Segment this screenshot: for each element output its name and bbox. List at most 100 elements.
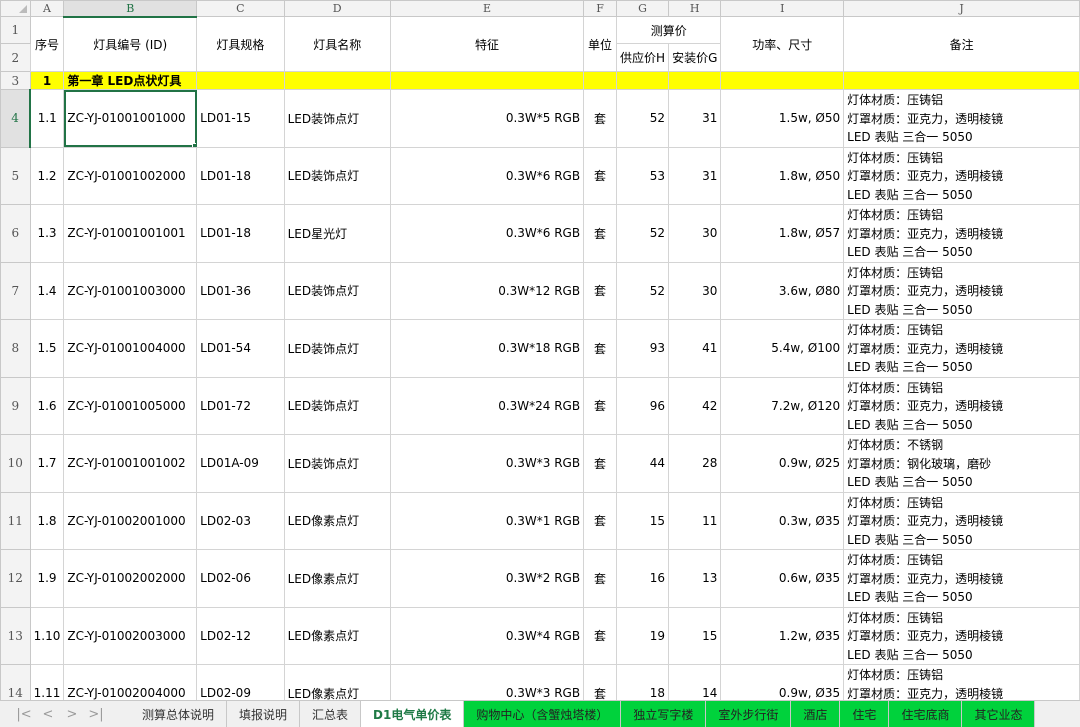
header-install-price[interactable]: 安装价G — [668, 43, 722, 72]
code-cell[interactable]: ZC-YJ-01002003000 — [63, 606, 198, 665]
row-number[interactable]: 8 — [0, 319, 31, 378]
header-unit[interactable]: 单位 — [583, 16, 618, 72]
spec-cell[interactable]: LD01-36 — [196, 261, 285, 320]
unit-cell[interactable]: 套 — [583, 664, 618, 700]
code-cell[interactable]: ZC-YJ-01001001001 — [63, 204, 198, 263]
name-cell[interactable]: LED装饰点灯 — [283, 376, 391, 435]
chapter-fill-cell[interactable] — [583, 71, 618, 90]
unit-cell[interactable]: 套 — [583, 261, 618, 320]
name-cell[interactable]: LED装饰点灯 — [283, 146, 391, 205]
column-header-h[interactable]: H — [668, 0, 722, 17]
spec-cell[interactable]: LD02-12 — [196, 606, 285, 665]
feature-cell[interactable]: 0.3W*1 RGB — [389, 491, 585, 550]
supply-price-cell[interactable]: 53 — [616, 146, 670, 205]
sheet-tab[interactable]: 其它业态 — [962, 701, 1036, 727]
seq-cell[interactable]: 1.11 — [29, 664, 65, 700]
feature-cell[interactable]: 0.3W*3 RGB — [389, 434, 585, 493]
supply-price-cell[interactable]: 52 — [616, 89, 670, 148]
power-size-cell[interactable]: 5.4w, Ø100 — [720, 319, 845, 378]
header-name[interactable]: 灯具名称 — [283, 16, 391, 72]
code-cell[interactable]: ZC-YJ-01002001000 — [63, 491, 198, 550]
header-supply-price[interactable]: 供应价H — [616, 43, 670, 72]
install-price-cell[interactable]: 42 — [668, 376, 722, 435]
feature-cell[interactable]: 0.3W*4 RGB — [389, 606, 585, 665]
header-price-group[interactable]: 测算价 — [616, 16, 722, 44]
chapter-seq-cell[interactable]: 1 — [29, 71, 65, 90]
install-price-cell[interactable]: 13 — [668, 549, 722, 608]
unit-cell[interactable]: 套 — [583, 204, 618, 263]
code-cell[interactable]: ZC-YJ-01001004000 — [63, 319, 198, 378]
sheet-tab[interactable]: 住宅 — [840, 701, 890, 727]
seq-cell[interactable]: 1.2 — [29, 146, 65, 205]
row-number[interactable]: 7 — [0, 261, 31, 320]
feature-cell[interactable]: 0.3W*2 RGB — [389, 549, 585, 608]
remark-cell[interactable]: 灯体材质：压铸铝灯罩材质：亚克力，透明棱镜LED 表贴 三合一 5050 — [843, 664, 1080, 700]
seq-cell[interactable]: 1.10 — [29, 606, 65, 665]
sheet-tab[interactable]: D1电气单价表 — [361, 701, 465, 727]
supply-price-cell[interactable]: 52 — [616, 261, 670, 320]
sheet-tab[interactable]: 填报说明 — [227, 701, 301, 727]
remark-cell[interactable]: 灯体材质：压铸铝灯罩材质：亚克力，透明棱镜LED 表贴 三合一 5050 — [843, 319, 1080, 378]
sheet-tab[interactable]: 测算总体说明 — [130, 701, 228, 727]
sheet-tab[interactable]: 酒店 — [791, 701, 841, 727]
remark-cell[interactable]: 灯体材质：不锈钢 灯罩材质：钢化玻璃，磨砂 LED 表贴 三合一 5050 — [843, 434, 1080, 493]
column-header-b[interactable]: B — [63, 0, 198, 18]
code-cell[interactable]: ZC-YJ-01001002000 — [63, 146, 198, 205]
name-cell[interactable]: LED装饰点灯 — [283, 434, 391, 493]
chapter-fill-cell[interactable] — [389, 71, 585, 90]
remark-cell[interactable]: 灯体材质：压铸铝灯罩材质：亚克力，透明棱镜LED 表贴 三合一 5050 — [843, 146, 1080, 205]
seq-cell[interactable]: 1.9 — [29, 549, 65, 608]
supply-price-cell[interactable]: 96 — [616, 376, 670, 435]
unit-cell[interactable]: 套 — [583, 491, 618, 550]
row-number[interactable]: 3 — [0, 71, 31, 90]
spec-cell[interactable]: LD01A-09 — [196, 434, 285, 493]
supply-price-cell[interactable]: 15 — [616, 491, 670, 550]
seq-cell[interactable]: 1.3 — [29, 204, 65, 263]
supply-price-cell[interactable]: 44 — [616, 434, 670, 493]
install-price-cell[interactable]: 15 — [668, 606, 722, 665]
code-cell[interactable]: ZC-YJ-01001005000 — [63, 376, 198, 435]
last-sheet-icon[interactable]: >| — [84, 707, 108, 722]
column-header-f[interactable]: F — [583, 0, 618, 17]
supply-price-cell[interactable]: 93 — [616, 319, 670, 378]
power-size-cell[interactable]: 3.6w, Ø80 — [720, 261, 845, 320]
column-header-g[interactable]: G — [616, 0, 670, 17]
next-sheet-icon[interactable]: > — [60, 707, 84, 722]
code-cell[interactable]: ZC-YJ-01001001002 — [63, 434, 198, 493]
supply-price-cell[interactable]: 16 — [616, 549, 670, 608]
remark-cell[interactable]: 灯体材质：压铸铝灯罩材质：亚克力，透明棱镜LED 表贴 三合一 5050 — [843, 491, 1080, 550]
seq-cell[interactable]: 1.4 — [29, 261, 65, 320]
row-number[interactable]: 1 — [0, 16, 31, 44]
unit-cell[interactable]: 套 — [583, 319, 618, 378]
seq-cell[interactable]: 1.8 — [29, 491, 65, 550]
header-seq[interactable]: 序号 — [29, 16, 65, 72]
name-cell[interactable]: LED星光灯 — [283, 204, 391, 263]
feature-cell[interactable]: 0.3W*18 RGB — [389, 319, 585, 378]
sheet-tab[interactable]: 室外步行街 — [706, 701, 792, 727]
chapter-title-cell[interactable]: 第一章 LED点状灯具 — [63, 71, 198, 90]
feature-cell[interactable]: 0.3W*5 RGB — [389, 89, 585, 148]
power-size-cell[interactable]: 0.9w, Ø35 — [720, 664, 845, 700]
seq-cell[interactable]: 1.1 — [29, 89, 65, 148]
name-cell[interactable]: LED像素点灯 — [283, 664, 391, 700]
column-header-c[interactable]: C — [196, 0, 285, 17]
spec-cell[interactable]: LD02-03 — [196, 491, 285, 550]
header-spec[interactable]: 灯具规格 — [196, 16, 285, 72]
install-price-cell[interactable]: 31 — [668, 146, 722, 205]
column-header-d[interactable]: D — [283, 0, 391, 17]
power-size-cell[interactable]: 0.9w, Ø25 — [720, 434, 845, 493]
install-price-cell[interactable]: 31 — [668, 89, 722, 148]
supply-price-cell[interactable]: 19 — [616, 606, 670, 665]
chapter-fill-cell[interactable] — [720, 71, 845, 90]
power-size-cell[interactable]: 1.8w, Ø57 — [720, 204, 845, 263]
header-code[interactable]: 灯具编号 (ID) — [63, 16, 198, 72]
code-cell[interactable]: ZC-YJ-01002004000 — [63, 664, 198, 700]
code-cell[interactable]: ZC-YJ-01001003000 — [63, 261, 198, 320]
feature-cell[interactable]: 0.3W*6 RGB — [389, 204, 585, 263]
feature-cell[interactable]: 0.3W*12 RGB — [389, 261, 585, 320]
spreadsheet-grid[interactable]: A B C D E F G H I J 1 序号 灯具编号 (ID) 灯具规格 灯具名称 特征 单位 测算价 功率、… — [0, 0, 1080, 700]
chapter-fill-cell[interactable] — [196, 71, 285, 90]
chapter-fill-cell[interactable] — [843, 71, 1080, 90]
remark-cell[interactable]: 灯体材质：压铸铝灯罩材质：亚克力，透明棱镜LED 表贴 三合一 5050 — [843, 549, 1080, 608]
unit-cell[interactable]: 套 — [583, 606, 618, 665]
